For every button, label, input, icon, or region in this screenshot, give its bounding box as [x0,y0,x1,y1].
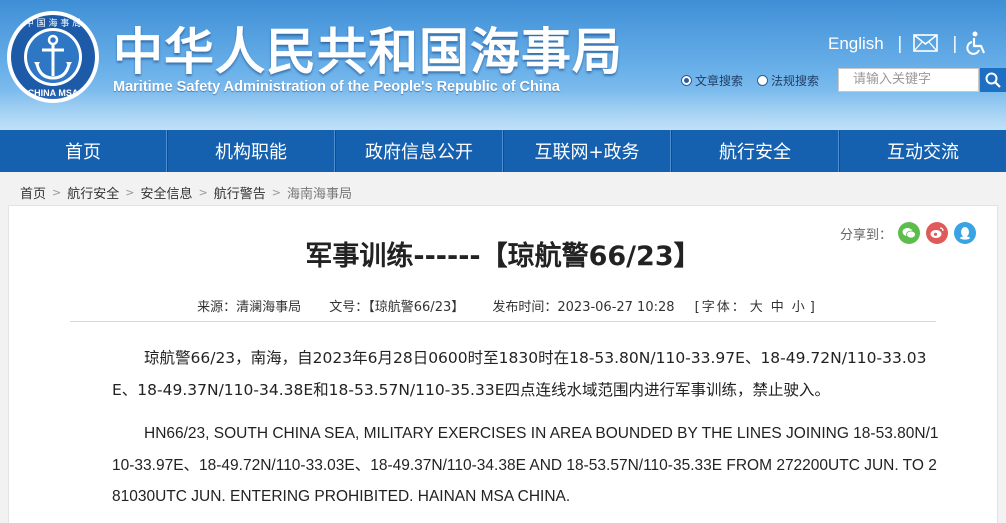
font-size-label: [字体： [694,300,747,315]
msa-logo[interactable]: 中 国 海 事 局 CHINA MSA [6,10,100,104]
site-title: 中华人民共和国海事局 [113,23,623,81]
breadcrumb: 首页 > 航行安全 > 安全信息 > 航行警告 > 海南海事局 [20,183,352,202]
radio-label-law: 法规搜索 [771,74,820,88]
breadcrumb-home[interactable]: 首页 [20,183,46,202]
nav-item-home[interactable]: 首页 [0,130,167,172]
nav-item-gov-info[interactable]: 政府信息公开 [335,130,503,172]
font-medium-button[interactable]: 中 [771,300,786,315]
nav-item-functions[interactable]: 机构职能 [167,130,335,172]
search-button[interactable] [980,68,1006,92]
main-nav: 首页 机构职能 政府信息公开 互联网+政务 航行安全 互动交流 [0,130,1006,172]
site-subtitle: Maritime Safety Administration of the Pe… [113,79,560,95]
mail-icon[interactable] [913,34,938,52]
font-size-label-close: ] [809,300,817,315]
radio-law-search[interactable] [757,75,769,86]
breadcrumb-nav-warning[interactable]: 航行警告 [214,183,266,202]
radio-label-article: 文章搜索 [695,74,744,88]
chevron-right-icon: > [125,186,135,199]
radio-article-search[interactable] [681,75,692,86]
font-small-button[interactable]: 小 [792,300,807,315]
article-title: 军事训练------【琼航警66/23】 [305,241,701,272]
english-link[interactable]: English [828,34,884,54]
nav-item-interaction[interactable]: 互动交流 [839,130,1006,172]
nav-item-navigation-safety[interactable]: 航行安全 [671,130,839,172]
breadcrumb-current: 海南海事局 [286,187,352,202]
accessibility-icon[interactable] [966,31,988,55]
article-paragraph-cn: 琼航警66/23，南海，自2023年6月28日0600时至1830时在18-53… [112,349,927,399]
svg-text:中 国 海 事 局: 中 国 海 事 局 [25,17,81,29]
article-meta: 来源：清澜海事局 文号：【琼航警66/23】 发布时间：2023-06-27 1… [0,296,1006,315]
chevron-right-icon: > [52,186,62,199]
nav-item-internet-gov[interactable]: 互联网+政务 [503,130,671,172]
search-type-selector: 文章搜索 法规搜索 [681,72,833,89]
chevron-right-icon: > [198,186,208,199]
search-icon [985,72,1001,88]
site-header: 中 国 海 事 局 CHINA MSA 中华人民共和国海事局 Maritime … [0,0,1006,130]
article-doc-number: 文号：【琼航警66/23】 [329,300,465,315]
breadcrumb-safety-info[interactable]: 安全信息 [140,183,192,202]
chevron-right-icon: > [271,186,281,199]
font-large-button[interactable]: 大 [750,300,765,315]
search-input[interactable]: 请输入关键字 [838,68,979,92]
article-paragraph-en: HN66/23, SOUTH CHINA SEA, MILITARY EXERC… [112,425,939,505]
svg-text:CHINA MSA: CHINA MSA [28,88,79,98]
breadcrumb-navigation-safety[interactable]: 航行安全 [67,183,119,202]
header-separator: | [897,34,903,54]
article-source: 来源：清澜海事局 [197,300,302,315]
font-size-selector: [字体：大中小] [695,300,817,315]
divider [70,321,936,322]
header-separator: | [952,34,958,54]
article-publish-time: 发布时间：2023-06-27 10:28 [492,300,675,315]
